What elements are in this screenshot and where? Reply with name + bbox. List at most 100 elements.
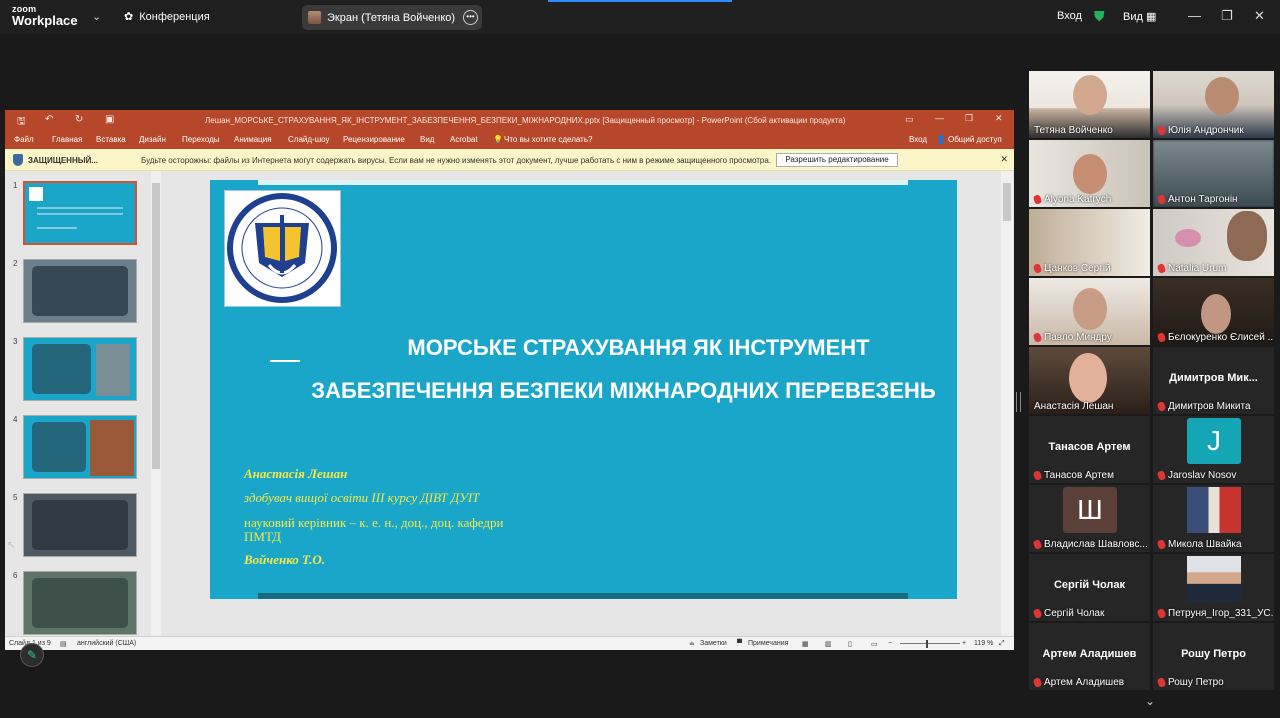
tab-review[interactable]: Рецензирование bbox=[343, 135, 405, 144]
tab-insert[interactable]: Вставка bbox=[96, 135, 126, 144]
share-button[interactable]: Общий доступ bbox=[948, 135, 1002, 144]
participant-tile[interactable]: Рошу Петро Рошу Петро bbox=[1153, 623, 1274, 690]
thumb-number: 5 bbox=[13, 493, 18, 502]
close-icon[interactable]: ✕ bbox=[1254, 8, 1265, 24]
zoom-logo-line2: Workplace bbox=[12, 13, 78, 28]
participant-tile[interactable]: Ш Владислав Шавловс... bbox=[1029, 485, 1150, 552]
participant-name-large: Танасов Артем bbox=[1048, 441, 1131, 453]
participant-name: Бєлокуренко Єлисей ... bbox=[1156, 332, 1274, 343]
slideshow-icon[interactable]: ▣ bbox=[105, 114, 114, 125]
meeting-info-button[interactable]: ✿ Конференция bbox=[124, 10, 210, 24]
participant-tile[interactable]: Петруня_Ігор_331_УС... bbox=[1153, 554, 1274, 621]
reading-view-icon[interactable]: ▯ bbox=[848, 640, 852, 648]
comments-button[interactable]: Примечания bbox=[748, 640, 788, 647]
tab-slideshow[interactable]: Слайд-шоу bbox=[288, 135, 329, 144]
ppt-maximize-icon[interactable]: ❐ bbox=[965, 113, 973, 124]
zoom-level[interactable]: 119 % bbox=[974, 640, 993, 647]
thumb-number: 4 bbox=[13, 415, 18, 424]
participant-name-large: Артем Аладишев bbox=[1042, 648, 1137, 660]
participant-name: Петруня_Ігор_331_УС... bbox=[1156, 608, 1274, 619]
scrollbar-thumb[interactable] bbox=[1003, 183, 1011, 221]
slide-thumbnail-5[interactable] bbox=[23, 493, 137, 557]
participant-tile[interactable]: Танасов Артем Танасов Артем bbox=[1029, 416, 1150, 483]
slide-thumbnail-4[interactable] bbox=[23, 415, 137, 479]
undo-icon[interactable]: ↶ bbox=[45, 114, 53, 125]
ribbon-options-icon[interactable]: ▭ bbox=[905, 114, 914, 125]
participant-tile[interactable]: J Jaroslav Nosov bbox=[1153, 416, 1274, 483]
more-options-icon[interactable]: ••• bbox=[463, 10, 478, 25]
ppt-minimize-icon[interactable]: — bbox=[935, 113, 944, 123]
participant-tile[interactable]: Микола Швайка bbox=[1153, 485, 1274, 552]
spellcheck-icon[interactable]: ▤ bbox=[60, 640, 67, 648]
participant-name-label: Alyona Katrych bbox=[1044, 194, 1112, 205]
muted-mic-icon bbox=[1156, 401, 1167, 412]
tab-file[interactable]: Файл bbox=[14, 135, 34, 144]
screen-share-pill[interactable]: Экран (Тетяна Войченко) ••• bbox=[302, 5, 482, 30]
slideshow-view-icon[interactable]: ▭ bbox=[871, 640, 878, 648]
normal-view-icon[interactable]: ▦ bbox=[802, 640, 809, 648]
annotate-pen-icon[interactable]: ✎ bbox=[20, 643, 44, 667]
participant-tile[interactable]: Тетяна Войченко bbox=[1029, 71, 1150, 138]
tell-me-search[interactable]: Что вы хотите сделать? bbox=[504, 135, 592, 144]
view-button[interactable]: Вид ▦ bbox=[1123, 10, 1156, 23]
status-language[interactable]: английский (США) bbox=[77, 640, 136, 647]
redo-icon[interactable]: ↻ bbox=[75, 114, 83, 125]
participant-tile[interactable]: Цанков Сергій bbox=[1029, 209, 1150, 276]
tab-design[interactable]: Дизайн bbox=[139, 135, 166, 144]
chevron-down-icon[interactable]: ⌄ bbox=[92, 10, 101, 23]
slide-thumbnail-6[interactable] bbox=[23, 571, 137, 635]
zoom-in-icon[interactable]: + bbox=[962, 640, 966, 647]
slide-scrollbar[interactable] bbox=[1001, 171, 1013, 636]
share-person-icon: 👤 bbox=[936, 135, 946, 144]
participant-tile[interactable]: Артем Аладишев Артем Аладишев bbox=[1029, 623, 1150, 690]
zoom-slider[interactable] bbox=[900, 643, 960, 644]
thumb-text-line bbox=[37, 227, 77, 229]
slide-thumbnail-1[interactable] bbox=[23, 181, 137, 245]
participant-tile[interactable]: Natalia Urum bbox=[1153, 209, 1274, 276]
zoom-slider-thumb[interactable] bbox=[926, 640, 928, 648]
participant-tile[interactable]: Павло Миндру bbox=[1029, 278, 1150, 345]
tab-acrobat[interactable]: Acrobat bbox=[450, 135, 478, 144]
ppt-status-bar: Слайд 1 из 9 ▤ английский (США) ≐ Заметк… bbox=[5, 636, 1014, 650]
ppt-signin-button[interactable]: Вход bbox=[909, 135, 927, 144]
restore-icon[interactable]: ❐ bbox=[1221, 8, 1233, 24]
slide-thumbnail-2[interactable] bbox=[23, 259, 137, 323]
participant-tile-active-speaker[interactable]: Анастасія Лешан bbox=[1029, 347, 1150, 414]
zoom-logo[interactable]: zoom Workplace bbox=[12, 5, 78, 28]
close-warning-icon[interactable]: ✕ bbox=[1000, 154, 1008, 165]
participant-name-label: Петруня_Ігор_331_УС... bbox=[1168, 608, 1274, 619]
minimize-icon[interactable]: — bbox=[1188, 8, 1201, 23]
participant-tile[interactable]: Бєлокуренко Єлисей ... bbox=[1153, 278, 1274, 345]
sorter-view-icon[interactable]: ▥ bbox=[825, 640, 832, 648]
participant-tile[interactable]: Сергій Чолак Сергій Чолак bbox=[1029, 554, 1150, 621]
slide-top-strip bbox=[258, 180, 908, 185]
zoom-out-icon[interactable]: − bbox=[888, 640, 892, 647]
participant-tile[interactable]: Димитров Мик... Димитров Микита bbox=[1153, 347, 1274, 414]
save-icon[interactable]: 🖫 bbox=[17, 114, 26, 131]
fit-slide-icon[interactable]: ⤢ bbox=[999, 640, 1005, 648]
participant-tile[interactable]: Антон Таргонін bbox=[1153, 140, 1274, 207]
current-slide[interactable]: МОРСЬКЕ СТРАХУВАННЯ ЯК ІНСТРУМЕНТ ЗАБЕЗП… bbox=[210, 180, 957, 599]
participant-name-label: Natalia Urum bbox=[1168, 263, 1227, 274]
shield-check-icon[interactable]: ⛊ bbox=[1094, 8, 1105, 25]
scrollbar-thumb[interactable] bbox=[152, 183, 160, 469]
participant-tile[interactable]: Юлія Андрончик bbox=[1153, 71, 1274, 138]
thumb-image bbox=[90, 420, 134, 476]
gallery-scroll-down-icon[interactable]: ⌄ bbox=[1145, 694, 1155, 708]
participant-tile[interactable]: Alyona Katrych bbox=[1029, 140, 1150, 207]
panel-resize-handle[interactable] bbox=[1016, 392, 1021, 412]
enable-editing-button[interactable]: Разрешить редактирование bbox=[776, 153, 898, 167]
avatar-letter: J bbox=[1187, 418, 1241, 464]
tab-view[interactable]: Вид bbox=[420, 135, 434, 144]
ppt-close-icon[interactable]: ✕ bbox=[995, 113, 1003, 124]
tab-animations[interactable]: Анимация bbox=[234, 135, 272, 144]
notes-button[interactable]: Заметки bbox=[700, 640, 727, 647]
participant-name-large: Димитров Мик... bbox=[1169, 372, 1258, 384]
tab-home[interactable]: Главная bbox=[52, 135, 82, 144]
tab-transitions[interactable]: Переходы bbox=[182, 135, 220, 144]
thumbnails-scrollbar[interactable] bbox=[151, 171, 161, 636]
slide-thumbnail-3[interactable] bbox=[23, 337, 137, 401]
signin-button[interactable]: Вход bbox=[1057, 10, 1082, 22]
thumb-logo bbox=[29, 187, 43, 201]
participant-name-label: Бєлокуренко Єлисей ... bbox=[1168, 332, 1274, 343]
